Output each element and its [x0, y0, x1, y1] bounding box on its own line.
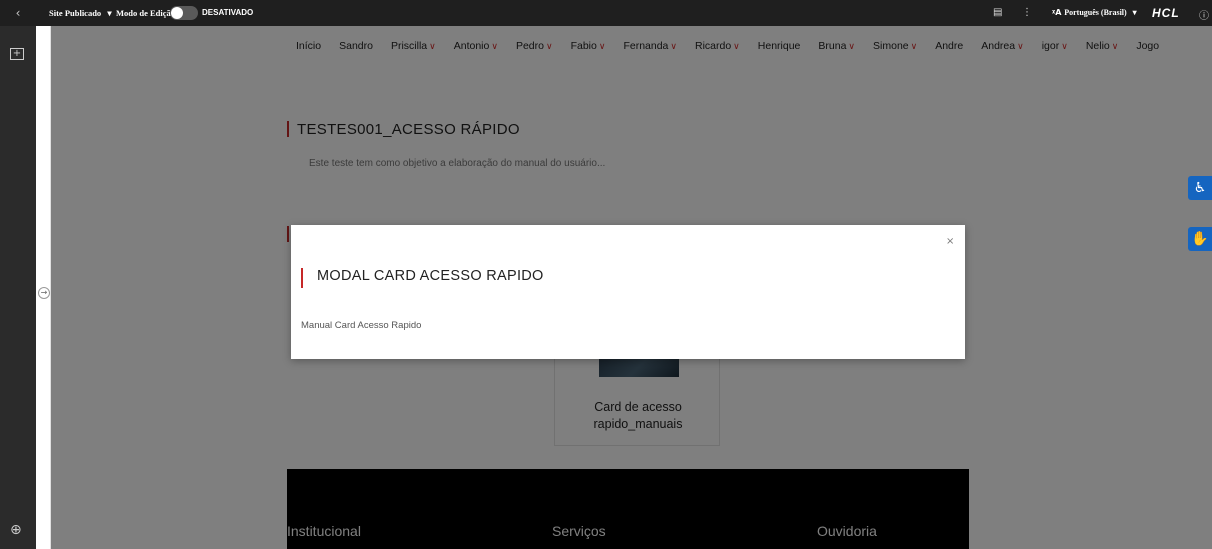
caret-down-icon: ▾: [107, 8, 112, 18]
expand-panel-icon[interactable]: →: [38, 287, 50, 299]
admin-toolbar: ‹ Site Publicado ▾ Modo de Edição: DESAT…: [0, 0, 1212, 26]
add-page-icon[interactable]: +: [10, 48, 24, 60]
left-sidebar: + ⊕: [0, 26, 36, 549]
modal-title: MODAL CARD ACESSO RAPIDO: [317, 268, 544, 284]
toggle-knob: [171, 7, 183, 19]
accessibility-icon[interactable]: ♿: [1188, 176, 1212, 200]
edit-mode-state: DESATIVADO: [202, 8, 254, 17]
modal-text: Manual Card Acesso Rapido: [301, 320, 422, 331]
translate-icon: ᵡA: [1052, 8, 1065, 17]
help-lifebuoy-icon[interactable]: ⊕: [10, 522, 22, 538]
site-published-label: Site Publicado: [49, 8, 102, 18]
site-published-dropdown[interactable]: Site Publicado ▾: [49, 8, 112, 19]
more-vertical-icon[interactable]: ⋮: [1022, 7, 1032, 18]
close-icon[interactable]: ×: [946, 236, 954, 247]
edit-mode-label: Modo de Edição:: [116, 8, 178, 18]
modal-accent-bar: [301, 268, 303, 288]
hcl-logo: HCL: [1152, 6, 1180, 20]
sign-language-icon[interactable]: ✋: [1188, 227, 1212, 251]
quick-access-modal: × MODAL CARD ACESSO RAPIDO Manual Card A…: [291, 225, 965, 359]
language-selector[interactable]: ᵡA Português (Brasil) ▾: [1052, 8, 1137, 17]
calendar-icon[interactable]: ▤: [993, 7, 1002, 18]
edit-mode-toggle[interactable]: [170, 6, 198, 20]
language-label: Português (Brasil): [1064, 8, 1127, 17]
caret-down-icon: ▾: [1132, 8, 1137, 17]
back-chevron-icon[interactable]: ‹: [0, 0, 36, 26]
info-icon[interactable]: ⓘ: [1199, 7, 1209, 22]
